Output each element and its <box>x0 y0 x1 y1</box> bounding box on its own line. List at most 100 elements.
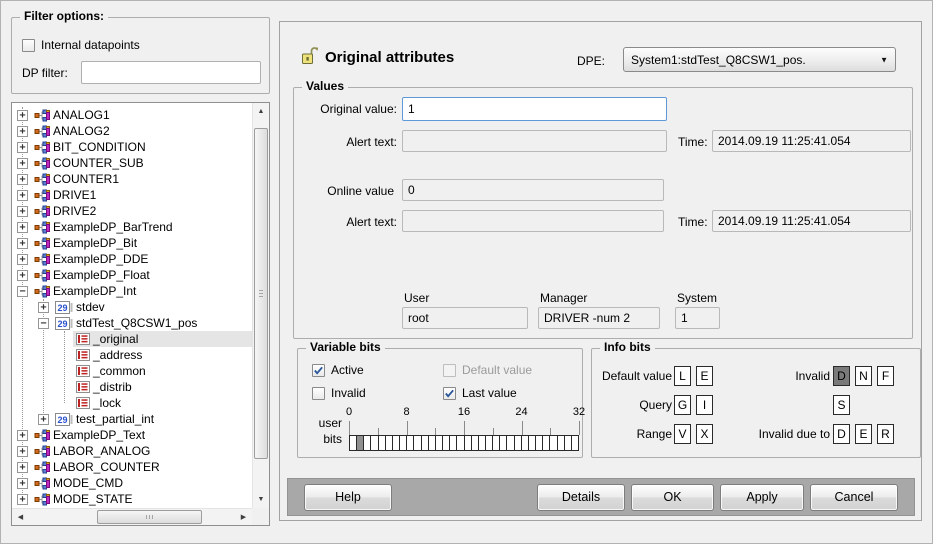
vertical-scroll-thumb[interactable] <box>254 128 268 459</box>
tree-item-lock[interactable]: _lock <box>12 395 252 411</box>
checkbox-active[interactable]: Active <box>312 363 364 377</box>
tree-item-drive1[interactable]: +DRIVE1 <box>12 187 252 203</box>
tree-item-exampledp_text[interactable]: +ExampleDP_Text <box>12 427 252 443</box>
user-bit-26[interactable] <box>535 436 542 450</box>
user-bit-8[interactable] <box>406 436 413 450</box>
user-bit-28[interactable] <box>549 436 556 450</box>
expand-icon[interactable]: + <box>17 478 28 489</box>
user-bit-10[interactable] <box>421 436 428 450</box>
dp-filter-input[interactable] <box>81 61 261 84</box>
user-bit-22[interactable] <box>506 436 513 450</box>
expand-icon[interactable]: + <box>17 446 28 457</box>
tree-item-exampledp_bit[interactable]: +ExampleDP_Bit <box>12 235 252 251</box>
tree-item-content[interactable]: ExampleDP_BarTrend <box>31 219 176 235</box>
user-bit-31[interactable] <box>571 436 578 450</box>
internal-datapoints-checkbox[interactable] <box>22 39 35 52</box>
tree-item-content[interactable]: 29test_partial_int <box>52 411 157 427</box>
user-bit-16[interactable] <box>464 436 471 450</box>
tree-item-content[interactable]: _address <box>73 347 145 363</box>
expand-icon[interactable]: + <box>17 430 28 441</box>
expand-icon[interactable]: + <box>17 222 28 233</box>
user-bit-29[interactable] <box>557 436 564 450</box>
tree-item-content[interactable]: ExampleDP_Int <box>31 283 139 299</box>
expand-icon[interactable]: + <box>17 270 28 281</box>
tree-item-labor_analog[interactable]: +LABOR_ANALOG <box>12 443 252 459</box>
tree-item-stdtest_q8csw1_pos[interactable]: −29stdTest_Q8CSW1_pos <box>12 315 252 331</box>
collapse-icon[interactable]: − <box>17 286 28 297</box>
user-bit-2[interactable] <box>363 436 370 450</box>
tree-item-address[interactable]: _address <box>12 347 252 363</box>
user-bit-13[interactable] <box>442 436 449 450</box>
checkbox-invalid[interactable]: Invalid <box>312 386 366 400</box>
tree-item-content[interactable]: ANALOG2 <box>31 123 113 139</box>
tree-item-mode_state[interactable]: +MODE_STATE <box>12 491 252 507</box>
checkbox-last-value[interactable]: Last value <box>443 386 517 400</box>
tree-item-mode_cmd[interactable]: +MODE_CMD <box>12 475 252 491</box>
user-bit-1[interactable] <box>356 436 363 450</box>
tree-item-content[interactable]: _original <box>73 331 252 347</box>
tree-item-content[interactable]: 29stdTest_Q8CSW1_pos <box>52 315 200 331</box>
tree-item-bit_condition[interactable]: +BIT_CONDITION <box>12 139 252 155</box>
tree-item-content[interactable]: ANALOG1 <box>31 107 113 123</box>
user-bit-11[interactable] <box>428 436 435 450</box>
checkbox-box[interactable] <box>312 364 325 377</box>
internal-datapoints-row[interactable]: Internal datapoints <box>22 38 140 52</box>
expand-icon[interactable]: + <box>17 254 28 265</box>
tree-item-content[interactable]: ExampleDP_Float <box>31 267 153 283</box>
user-bit-9[interactable] <box>413 436 420 450</box>
tree-item-content[interactable]: COUNTER_SUB <box>31 155 147 171</box>
tree-item-content[interactable]: _distrib <box>73 379 135 395</box>
scroll-right-icon[interactable]: ▶ <box>235 509 252 525</box>
tree-item-content[interactable]: DRIVE2 <box>31 203 99 219</box>
expand-icon[interactable]: + <box>38 302 49 313</box>
ok-button[interactable]: OK <box>631 484 714 511</box>
user-bit-14[interactable] <box>449 436 456 450</box>
apply-button[interactable]: Apply <box>720 484 804 511</box>
tree-item-content[interactable]: COUNTER1 <box>31 171 122 187</box>
tree-item-exampledp_bartrend[interactable]: +ExampleDP_BarTrend <box>12 219 252 235</box>
user-bit-5[interactable] <box>385 436 392 450</box>
checkbox-box[interactable] <box>443 387 456 400</box>
tree-item-content[interactable]: MODE_CMD <box>31 475 126 491</box>
details-button[interactable]: Details <box>537 484 625 511</box>
expand-icon[interactable]: + <box>17 238 28 249</box>
expand-icon[interactable]: + <box>17 110 28 121</box>
tree-item-stdev[interactable]: +29stdev <box>12 299 252 315</box>
expand-icon[interactable]: + <box>17 206 28 217</box>
expand-icon[interactable]: + <box>38 414 49 425</box>
tree-item-content[interactable]: BIT_CONDITION <box>31 139 149 155</box>
user-bit-6[interactable] <box>392 436 399 450</box>
tree-item-content[interactable]: ExampleDP_Bit <box>31 235 140 251</box>
tree-item-content[interactable]: _lock <box>73 395 124 411</box>
user-bit-3[interactable] <box>370 436 377 450</box>
user-bit-15[interactable] <box>456 436 463 450</box>
expand-icon[interactable]: + <box>17 462 28 473</box>
expand-icon[interactable]: + <box>17 190 28 201</box>
user-bit-21[interactable] <box>499 436 506 450</box>
original-value-input[interactable] <box>402 97 667 121</box>
tree-item-exampledp_float[interactable]: +ExampleDP_Float <box>12 267 252 283</box>
user-bit-25[interactable] <box>528 436 535 450</box>
tree-horizontal-scrollbar[interactable]: ◀ ▶ <box>12 508 252 525</box>
user-bit-20[interactable] <box>492 436 499 450</box>
scroll-down-icon[interactable]: ▼ <box>253 491 269 508</box>
tree-item-distrib[interactable]: _distrib <box>12 379 252 395</box>
user-bit-30[interactable] <box>564 436 571 450</box>
horizontal-scroll-thumb[interactable] <box>97 510 202 524</box>
tree-item-content[interactable]: LABOR_COUNTER <box>31 459 163 475</box>
tree-item-content[interactable]: 29stdev <box>52 299 108 315</box>
tree-item-content[interactable]: MODE_STATE <box>31 491 136 507</box>
tree-item-content[interactable]: _common <box>73 363 149 379</box>
checkbox-box[interactable] <box>312 387 325 400</box>
user-bit-23[interactable] <box>514 436 521 450</box>
tree-item-counter_sub[interactable]: +COUNTER_SUB <box>12 155 252 171</box>
tree-item-counter1[interactable]: +COUNTER1 <box>12 171 252 187</box>
tree-item-content[interactable]: LABOR_ANALOG <box>31 443 153 459</box>
user-bits-cells[interactable] <box>349 435 579 451</box>
scroll-left-icon[interactable]: ◀ <box>12 509 29 525</box>
user-bit-18[interactable] <box>478 436 485 450</box>
user-bit-4[interactable] <box>378 436 385 450</box>
expand-icon[interactable]: + <box>17 142 28 153</box>
scroll-up-icon[interactable]: ▲ <box>253 103 269 120</box>
tree-item-content[interactable]: DRIVE1 <box>31 187 99 203</box>
